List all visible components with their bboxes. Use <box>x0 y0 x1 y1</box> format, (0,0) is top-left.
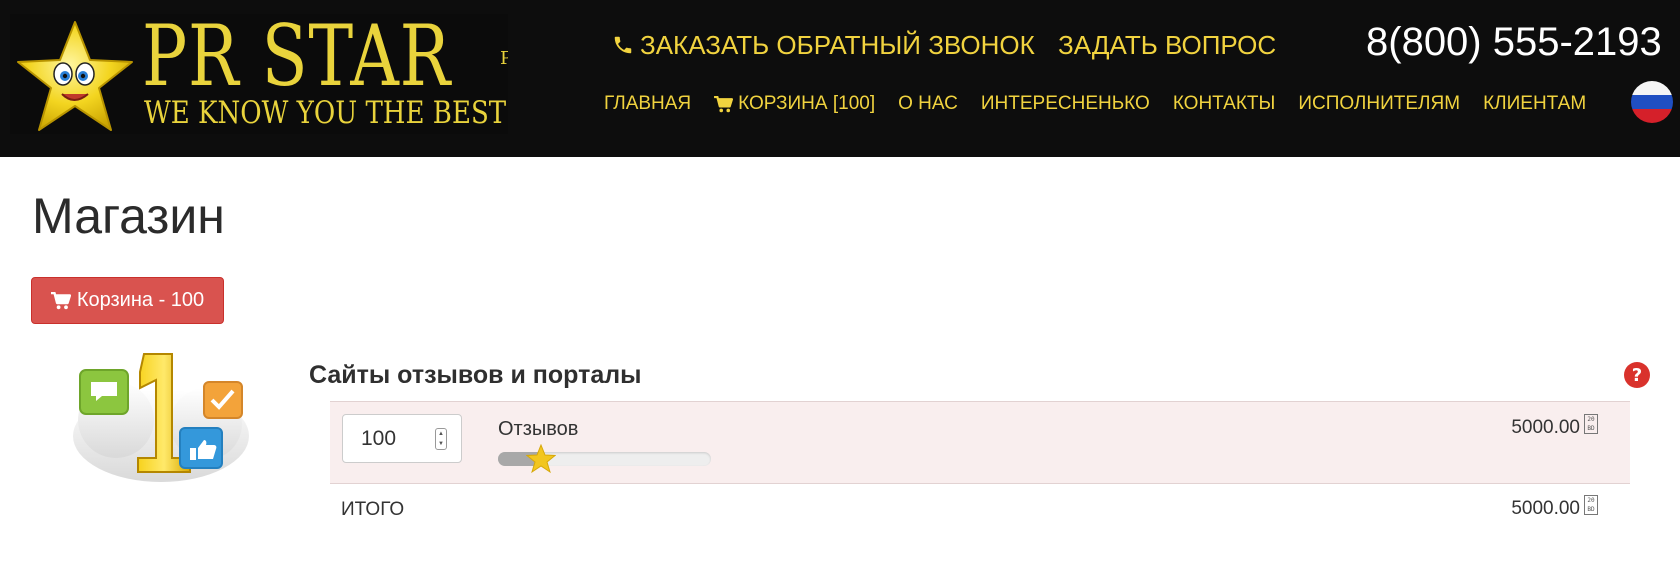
item-price: 5000.00 20 BD <box>1511 414 1598 440</box>
order-total-row: ИТОГО 5000.00 20 BD <box>330 484 1630 534</box>
item-label: Отзывов <box>498 418 579 440</box>
help-icon[interactable]: ? <box>1623 361 1651 389</box>
nav-item-contacts[interactable]: КОНТАКТЫ <box>1173 90 1276 118</box>
quantity-slider[interactable] <box>498 444 711 474</box>
main-nav: ГЛАВНАЯ КОРЗИНА [100] О НАС ИНТЕРЕСНЕНЬК… <box>604 90 1609 118</box>
russian-flag-icon[interactable] <box>1631 81 1673 123</box>
svg-text:?: ? <box>1632 365 1642 386</box>
cart-icon <box>50 291 71 309</box>
callback-label: ЗАКАЗАТЬ ОБРАТНЫЙ ЗВОНОК <box>640 30 1035 60</box>
nav-item-about[interactable]: О НАС <box>898 90 958 118</box>
ask-question-label: ЗАДАТЬ ВОПРОС <box>1058 30 1277 60</box>
logo-cut-text: P <box>500 48 508 69</box>
logo-tagline: WE KNOW YOU THE BEST <box>144 95 507 131</box>
ask-question-link[interactable]: ЗАДАТЬ ВОПРОС <box>1058 28 1276 62</box>
nav-item-interesting[interactable]: ИНТЕРЕСНЕНЬКО <box>981 90 1150 118</box>
total-price: 5000.00 20 BD <box>1511 495 1598 521</box>
nav-item-label: ИНТЕРЕСНЕНЬКО <box>980 93 1150 114</box>
star-mascot-icon <box>17 21 133 131</box>
nav-item-label: КОНТАКТЫ <box>1172 93 1276 114</box>
cart-icon <box>714 95 734 112</box>
cart-button[interactable]: Корзина - 100 <box>31 277 224 324</box>
quantity-stepper[interactable]: 100 ▲ ▼ <box>342 414 462 463</box>
nav-item-home[interactable]: ГЛАВНАЯ <box>604 90 691 118</box>
callback-link[interactable]: ЗАКАЗАТЬ ОБРАТНЫЙ ЗВОНОК <box>612 28 1035 62</box>
chevron-up-icon[interactable]: ▲ <box>438 431 444 437</box>
site-header: PR STAR WE KNOW YOU THE BEST P ЗАКАЗАТЬ … <box>0 0 1680 157</box>
quantity-value: 100 <box>361 427 397 450</box>
chevron-down-icon[interactable]: ▼ <box>438 441 444 447</box>
reviews-category-image <box>73 353 249 482</box>
total-label: ИТОГО <box>341 499 405 520</box>
ruble-placeholder-icon: 20 BD <box>1584 414 1598 434</box>
quantity-spin-buttons[interactable]: ▲ ▼ <box>435 428 447 450</box>
total-price-value: 5000.00 <box>1511 498 1580 519</box>
nav-item-label: ГЛАВНАЯ <box>604 93 692 114</box>
site-logo[interactable]: PR STAR WE KNOW YOU THE BEST P <box>10 14 508 134</box>
nav-item-performers[interactable]: ИСПОЛНИТЕЛЯМ <box>1298 90 1460 118</box>
ruble-placeholder-icon: 20 BD <box>1584 495 1598 515</box>
item-price-value: 5000.00 <box>1511 417 1580 438</box>
page-title: Магазин <box>32 188 225 244</box>
nav-item-cart[interactable]: КОРЗИНА [100] <box>714 90 875 118</box>
nav-item-label: КОРЗИНА [100] <box>738 93 876 114</box>
phone-icon <box>614 36 632 54</box>
nav-item-label: КЛИЕНТАМ <box>1483 93 1587 114</box>
nav-item-label: О НАС <box>898 93 958 114</box>
logo-title: PR STAR <box>142 14 452 105</box>
nav-item-clients[interactable]: КЛИЕНТАМ <box>1483 90 1586 118</box>
order-item-row: 100 ▲ ▼ Отзывов 5000.00 20 BD <box>330 401 1630 484</box>
cart-button-label: Корзина - 100 <box>76 289 205 311</box>
phone-number[interactable]: 8(800) 555-2193 <box>1366 18 1662 66</box>
nav-item-label: ИСПОЛНИТЕЛЯМ <box>1298 93 1461 114</box>
section-title: Сайты отзывов и порталы <box>309 361 642 389</box>
star-slider-handle-icon[interactable] <box>525 444 556 474</box>
